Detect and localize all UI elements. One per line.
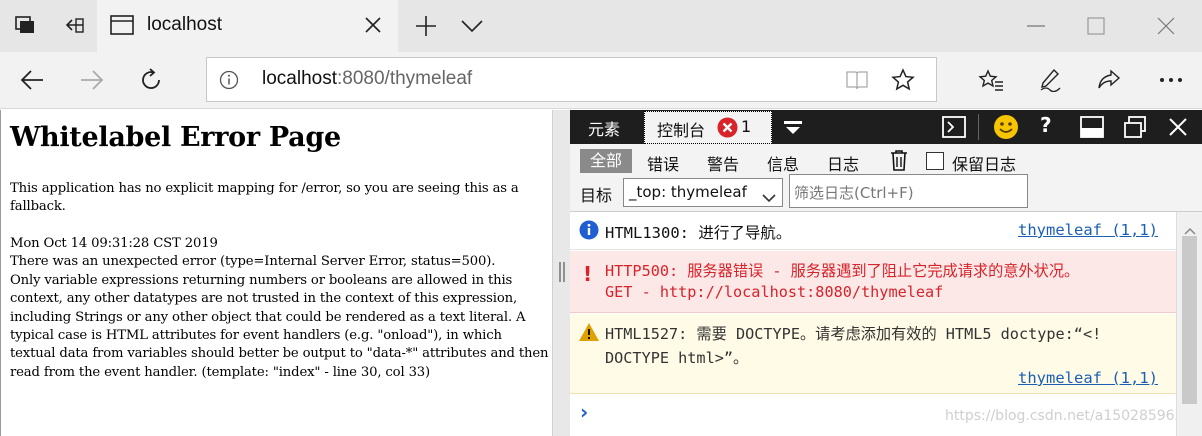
page-heading: Whitelabel Error Page: [10, 122, 341, 153]
chevron-down-icon[interactable]: [456, 10, 488, 42]
reading-view-icon[interactable]: [845, 69, 869, 95]
filter-all[interactable]: 全部: [580, 149, 632, 173]
error-count-icon: [717, 117, 738, 142]
target-label: 目标: [580, 186, 613, 205]
tab-title: localhost: [147, 14, 222, 35]
share-icon[interactable]: [1093, 64, 1125, 96]
splitter-grip-icon: [559, 262, 565, 282]
close-window-icon[interactable]: [1150, 10, 1182, 42]
console-toolbar: 全部 错误 警告 信息 日志 保留日志 目标 _top: thymeleaf 筛…: [570, 144, 1202, 212]
error-line: textual data from variables should bette…: [10, 346, 549, 362]
preserve-log-label: 保留日志: [952, 155, 1017, 174]
info-icon[interactable]: [219, 70, 239, 94]
devtools-splitter[interactable]: [552, 110, 570, 436]
page-paragraph-1: This application has no explicit mapping…: [10, 180, 550, 217]
tab-actions-icon[interactable]: [10, 10, 42, 42]
undock-icon[interactable]: [1123, 116, 1147, 142]
error-line: typical case is HTML attributes for even…: [10, 328, 502, 344]
tab-console-label: 控制台: [657, 121, 706, 140]
console-toggle-icon[interactable]: [942, 116, 966, 142]
set-tabs-aside-icon[interactable]: [58, 10, 90, 42]
filter-warnings[interactable]: 警告: [707, 151, 739, 175]
more-tabs-icon[interactable]: [783, 120, 803, 140]
error-details: Mon Oct 14 09:31:28 CST 2019 There was a…: [10, 235, 550, 382]
message-text: HTTP500: 服务器错误 - 服务器遇到了阻止它完成请求的意外状况。: [605, 262, 1080, 280]
address-bar[interactable]: localhost:8080/thymeleaf: [206, 57, 937, 102]
console-scrollbar[interactable]: [1176, 212, 1202, 436]
refresh-icon[interactable]: [135, 64, 167, 96]
clear-console-icon[interactable]: [889, 149, 909, 175]
filter-info[interactable]: 信息: [767, 151, 799, 175]
timestamp: Mon Oct 14 09:31:28 CST 2019: [10, 236, 218, 251]
console-message-warning: HTML1527: 需要 DOCTYPE。请考虑添加有效的 HTML5 doct…: [570, 314, 1176, 394]
source-link[interactable]: thymeleaf (1,1): [1018, 221, 1158, 239]
paragraph-line: fallback.: [10, 199, 66, 215]
favorite-star-icon[interactable]: [891, 68, 915, 96]
help-icon[interactable]: ?: [1040, 113, 1052, 137]
web-page-content: Whitelabel Error Page This application h…: [0, 110, 555, 436]
url-host: localhost: [262, 68, 337, 89]
minimize-icon[interactable]: [1020, 10, 1052, 42]
filter-logs[interactable]: 日志: [827, 151, 859, 175]
watermark: https://blog.csdn.net/a1502859638: [945, 408, 1193, 424]
tab-elements[interactable]: 元素: [588, 116, 620, 140]
error-line: context, any other datatypes are not tru…: [10, 291, 518, 307]
console-message-info: HTML1300: 进行了导航。 thymeleaf (1,1): [570, 212, 1176, 250]
close-devtools-icon[interactable]: [1168, 117, 1188, 141]
preserve-log-checkbox[interactable]: [926, 152, 944, 170]
error-count: 1: [741, 117, 752, 136]
error-line: There was an unexpected error (type=Inte…: [10, 254, 496, 270]
warning-triangle-icon: [578, 322, 600, 346]
target-select[interactable]: _top: thymeleaf: [623, 178, 783, 207]
close-tab-icon[interactable]: [363, 15, 383, 39]
back-arrow-icon[interactable]: [16, 64, 48, 96]
new-tab-icon[interactable]: [410, 10, 442, 42]
scroll-thumb[interactable]: [1182, 236, 1197, 404]
filter-log-placeholder: 筛选日志(Ctrl+F): [794, 184, 914, 202]
message-text: GET - http://localhost:8080/thymeleaf: [605, 283, 944, 301]
info-circle-icon: [579, 220, 599, 244]
feedback-smiley-icon[interactable]: [993, 114, 1019, 144]
url-text: localhost:8080/thymeleaf: [262, 68, 472, 90]
error-line: Only variable expressions returning numb…: [10, 272, 513, 288]
maximize-icon[interactable]: [1080, 10, 1112, 42]
console-prompt[interactable]: ›: [580, 400, 588, 424]
paragraph-line: This application has no explicit mapping…: [10, 181, 519, 196]
tab-console[interactable]: 控制台 1: [644, 111, 772, 144]
error-mark-icon: !: [583, 262, 593, 286]
dock-bottom-icon[interactable]: [1080, 116, 1104, 142]
forward-arrow-icon[interactable]: [76, 64, 108, 96]
message-text: DOCTYPE html>”。: [605, 349, 749, 367]
message-text: HTML1300: 进行了导航。: [605, 224, 792, 242]
filter-errors[interactable]: 错误: [647, 151, 679, 175]
toolbar-divider: [978, 114, 979, 140]
console-output: HTML1300: 进行了导航。 thymeleaf (1,1) ! HTTP5…: [570, 212, 1192, 436]
source-link[interactable]: thymeleaf (1,1): [1018, 369, 1158, 387]
error-line: read from the event handler. (template: …: [10, 364, 431, 380]
more-options-icon[interactable]: [1155, 64, 1187, 96]
message-text: HTML1527: 需要 DOCTYPE。请考虑添加有效的 HTML5 doct…: [605, 325, 1102, 343]
console-message-error: ! HTTP500: 服务器错误 - 服务器遇到了阻止它完成请求的意外状况。 G…: [570, 251, 1176, 313]
error-line: including Strings or any other object th…: [10, 309, 526, 325]
favorites-hub-icon[interactable]: [975, 64, 1007, 96]
tab-localhost[interactable]: localhost: [97, 0, 398, 52]
page-icon: [110, 15, 134, 39]
url-path: :8080/thymeleaf: [337, 68, 473, 89]
filter-log-input[interactable]: 筛选日志(Ctrl+F): [789, 174, 1028, 208]
target-select-value: _top: thymeleaf: [629, 183, 747, 201]
pen-notes-icon[interactable]: [1034, 64, 1066, 96]
chevron-down-icon: [762, 188, 776, 207]
